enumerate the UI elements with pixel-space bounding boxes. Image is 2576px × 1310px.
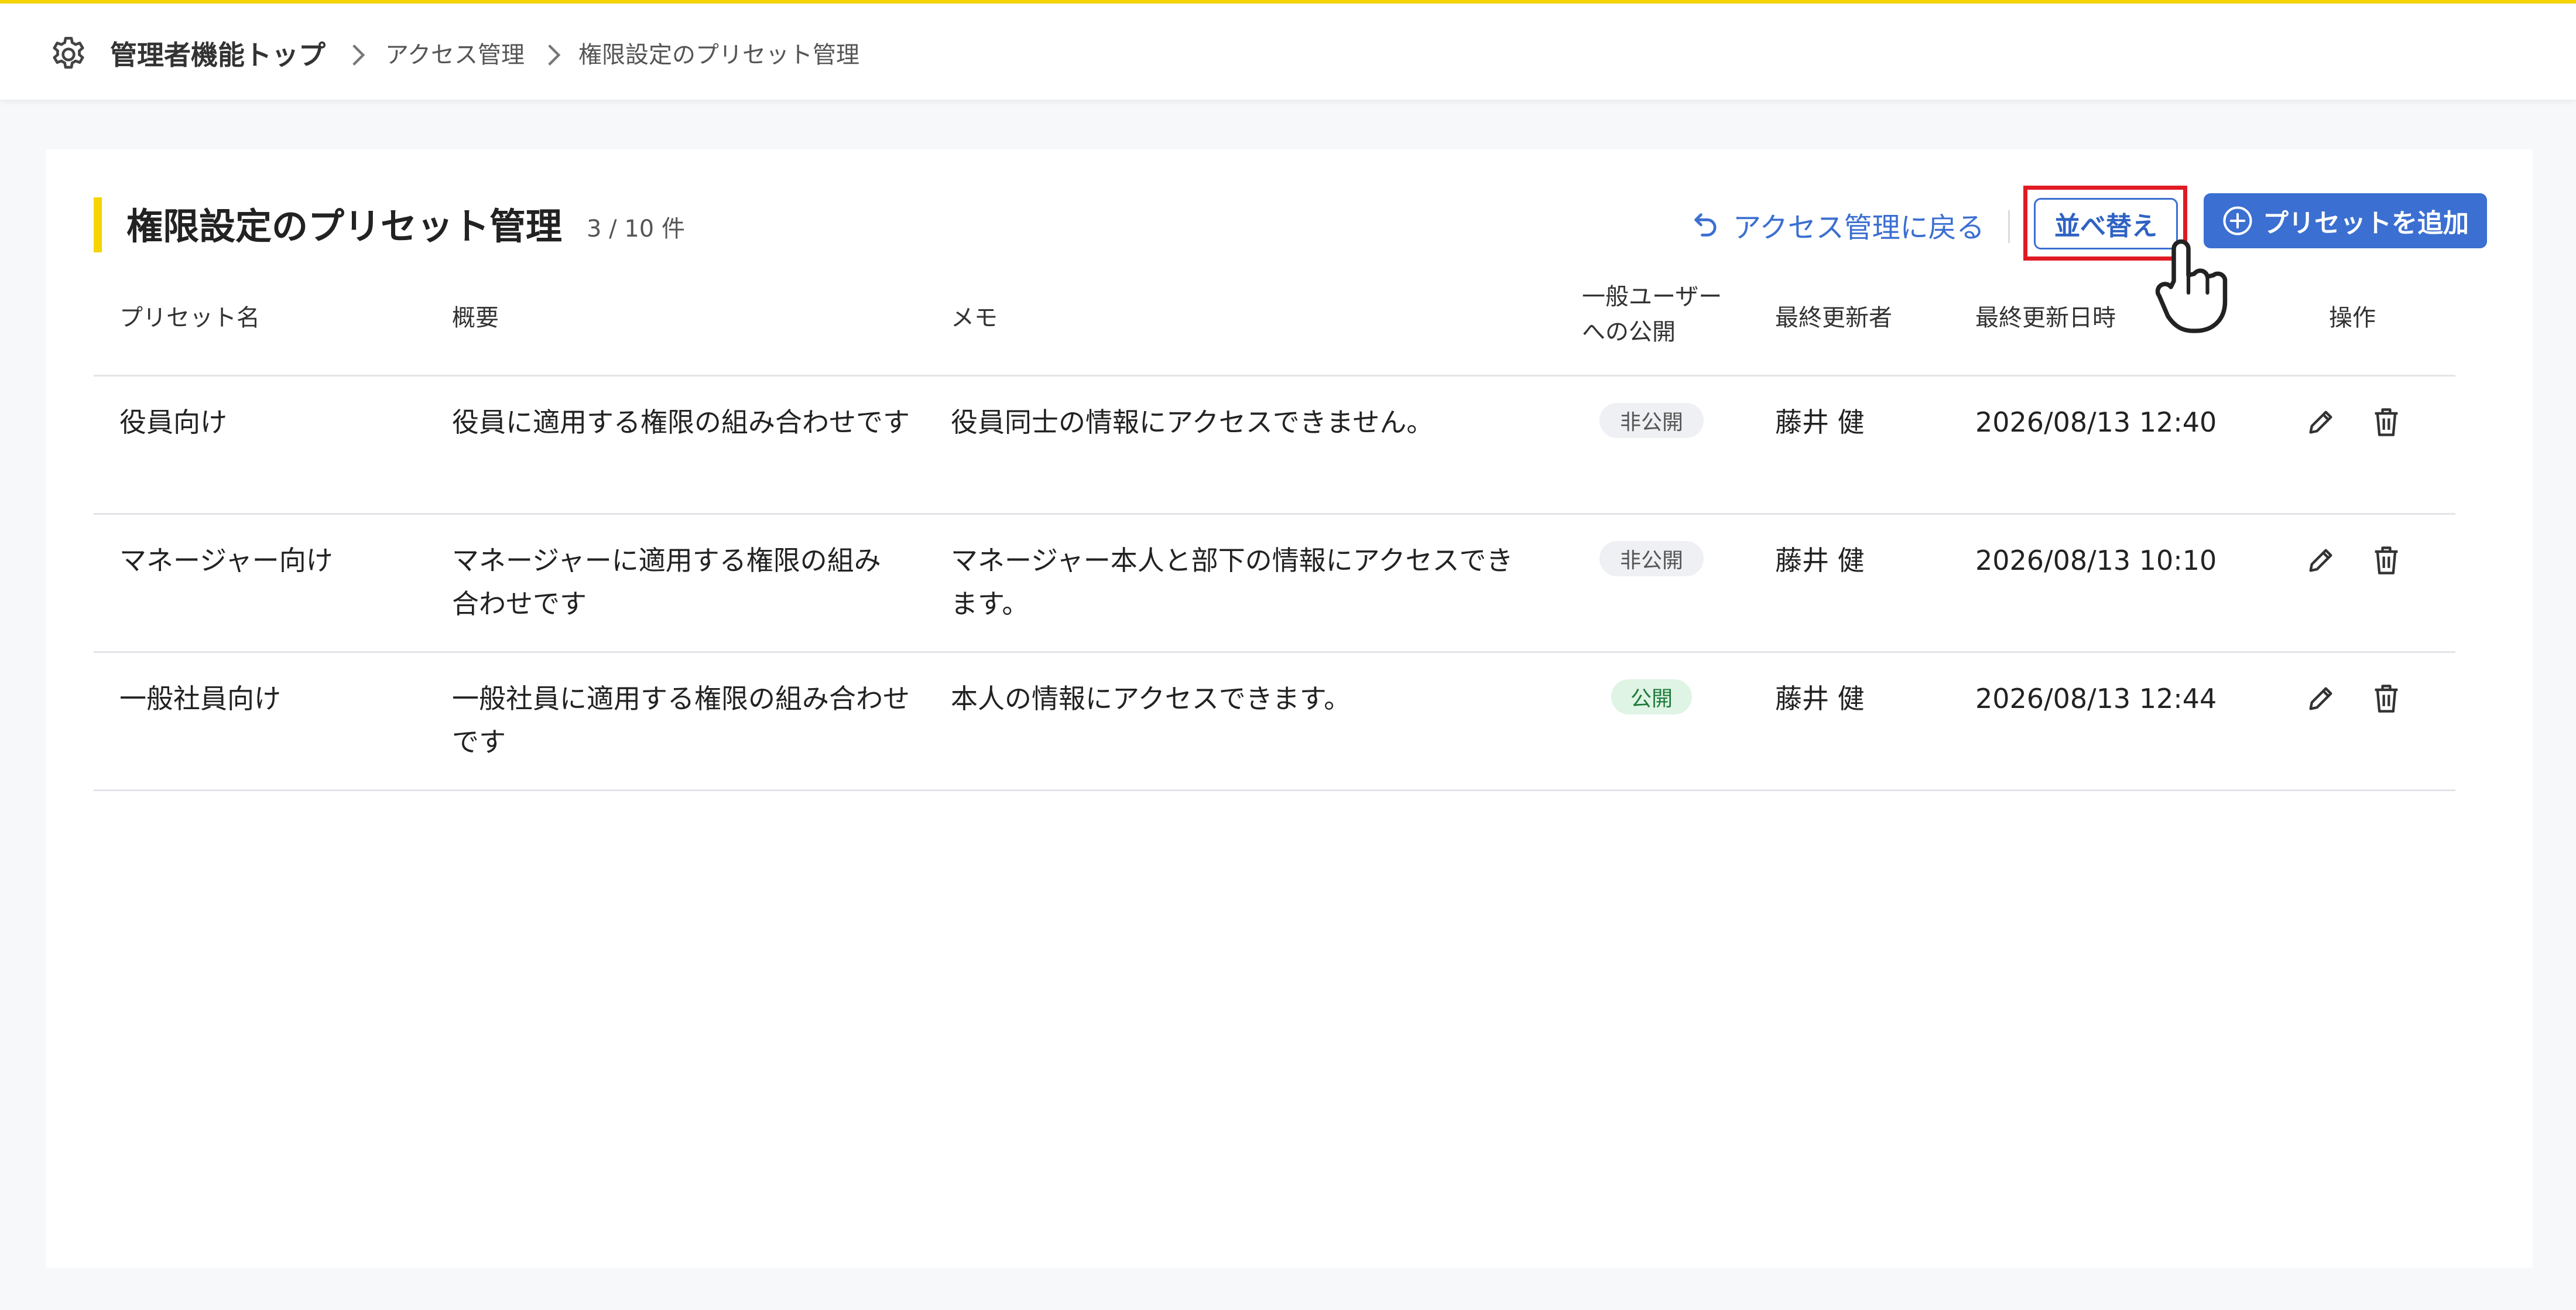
row-3-updated-by: 藤井 健 [1775,683,1865,714]
breadcrumb-admin-top[interactable]: 管理者機能トップ [110,37,326,73]
row-1-updated-by: 藤井 健 [1775,406,1865,438]
add-preset-button[interactable]: プリセットを追加 [2204,193,2487,248]
row-1-delete-button[interactable] [2368,403,2405,441]
row-1-edit-button[interactable] [2302,403,2339,441]
column-header-summary: 概要 [452,305,499,331]
trash-icon [2375,685,2398,713]
main-panel: 権限設定のプリセット管理 3 / 10 件 アクセス管理に戻る 並べ替え プリセ… [46,149,2533,1268]
row-2-edit-button[interactable] [2302,542,2339,579]
column-header-updated-at: 最終更新日時 [1975,305,2116,331]
trash-icon [2375,408,2398,436]
pencil-icon [2309,549,2332,572]
column-header-visibility-line1: 一般ユーザー [1582,283,1722,310]
column-header-actions: 操作 [2329,305,2376,331]
row-divider [94,513,2455,515]
row-1-summary: 役員に適用する権限の組み合わせです [452,406,910,438]
breadcrumb-current-page: 権限設定のプリセット管理 [578,42,859,69]
gear-icon[interactable] [48,34,89,75]
header-divider [94,375,2455,377]
row-2-updated-at: 2026/08/13 10:10 [1975,545,2217,576]
row-2-summary: マネージャーに適用する権限の組み合わせです [452,545,881,620]
item-count: 3 / 10 件 [587,216,685,242]
header-bar: 管理者機能トップ アクセス管理 権限設定のプリセット管理 [0,4,2576,100]
undo-arrow-icon [1694,213,1717,237]
column-header-name: プリセット名 [119,305,260,331]
toolbar-divider [2008,210,2010,243]
title-accent-bar [94,197,102,252]
row-3-edit-button[interactable] [2302,680,2339,717]
row-2-memo: マネージャー本人と部下の情報にアクセスできます。 [951,545,1513,620]
pencil-icon [2309,687,2332,710]
trash-icon [2375,546,2398,574]
row-divider [94,651,2455,653]
row-3-summary: 一般社員に適用する権限の組み合わせです [452,683,910,758]
breadcrumb-access-management[interactable]: アクセス管理 [385,39,525,71]
back-link-label: アクセス管理に戻る [1733,211,1985,244]
chevron-right-icon [352,44,365,66]
row-2-name: マネージャー向け [119,545,333,576]
row-divider [94,789,2455,791]
back-to-access-management-link[interactable]: アクセス管理に戻る [1691,204,1985,245]
row-2-updated-by: 藤井 健 [1775,545,1865,576]
column-header-updated-by: 最終更新者 [1775,305,1892,331]
row-1-visibility-badge: 非公開 [1599,403,1704,438]
row-3-memo: 本人の情報にアクセスできます。 [951,683,1351,714]
page-title: 権限設定のプリセット管理 [126,205,563,248]
row-3-updated-at: 2026/08/13 12:44 [1975,683,2217,714]
row-2-delete-button[interactable] [2368,542,2405,579]
row-1-updated-at: 2026/08/13 12:40 [1975,406,2217,438]
row-3-visibility-badge: 公開 [1611,679,1692,714]
pencil-icon [2309,411,2332,434]
plus-circle-icon [2223,206,2252,235]
row-1-name: 役員向け [119,406,227,438]
row-2-visibility-badge: 非公開 [1599,541,1704,576]
add-preset-label: プリセットを追加 [2263,208,2469,238]
column-header-visibility-line2: への公開 [1582,319,1676,346]
hand-pointer-icon [2155,239,2228,333]
column-header-memo: メモ [951,305,998,331]
chevron-right-icon [548,44,561,66]
row-3-delete-button[interactable] [2368,680,2405,717]
row-3-name: 一般社員向け [119,683,281,714]
row-1-memo: 役員同士の情報にアクセスできません。 [951,406,1434,438]
